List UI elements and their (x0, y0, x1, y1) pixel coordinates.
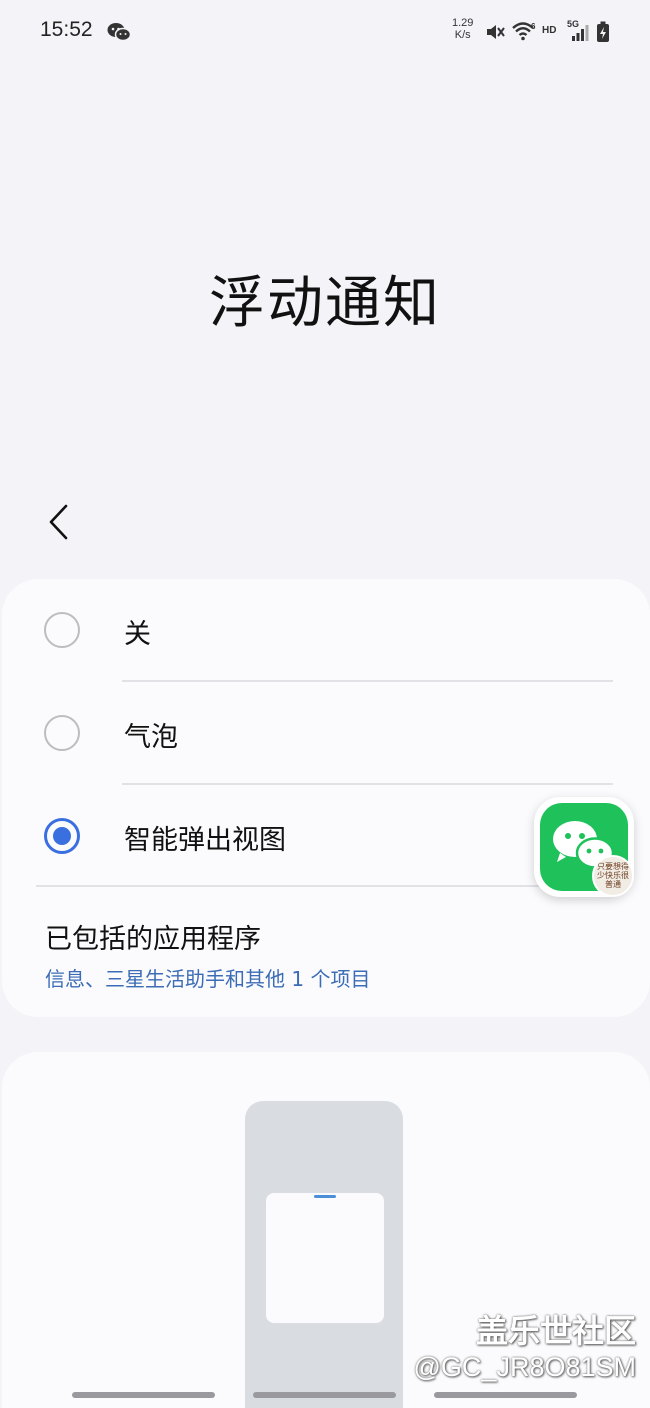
option-off[interactable]: 关 (2, 579, 650, 681)
option-label: 智能弹出视图 (124, 825, 286, 856)
nav-home-button[interactable] (253, 1392, 396, 1398)
net-speed: 1.29 K/s (452, 17, 473, 41)
radio-button[interactable] (44, 715, 80, 751)
mute-icon (484, 21, 506, 47)
included-apps-title: 已包括的应用程序 (45, 924, 261, 955)
watermark-user: @GC_JR8O81SM (413, 1352, 636, 1382)
back-button[interactable] (36, 496, 80, 548)
battery-charging-icon (596, 21, 610, 47)
phone-preview-illustration (245, 1101, 403, 1408)
status-bar: 15:52 1.29 K/s 6 HD 5G (0, 0, 650, 64)
navigation-bar (0, 1386, 650, 1408)
included-apps-row[interactable]: 已包括的应用程序 信息、三星生活助手和其他 1 个项目 (2, 887, 650, 1005)
nav-back-button[interactable] (434, 1392, 577, 1398)
option-label: 关 (124, 619, 151, 650)
included-apps-summary: 信息、三星生活助手和其他 1 个项目 (45, 967, 371, 991)
net-speed-value: 1.29 (452, 17, 474, 29)
chevron-left-icon (49, 504, 68, 540)
signal-icon (569, 24, 589, 46)
svg-text:6: 6 (531, 22, 536, 31)
status-time: 15:52 (40, 18, 93, 41)
wechat-icon (107, 22, 132, 42)
option-bubble[interactable]: 气泡 (2, 682, 650, 784)
net-speed-unit: K/s (454, 29, 471, 41)
option-label: 气泡 (124, 722, 178, 753)
radio-button[interactable] (44, 612, 80, 648)
wifi-icon: 6 (511, 20, 537, 46)
popup-window-illustration (266, 1193, 384, 1323)
hd-label: HD (542, 25, 557, 36)
radio-button-selected[interactable] (44, 818, 80, 854)
watermark-site: 盖乐世社区 (475, 1312, 636, 1350)
nav-recents-button[interactable] (72, 1392, 215, 1398)
avatar: 只要想得少快乐很普通 (592, 855, 634, 897)
popup-handle (314, 1195, 336, 1198)
page-title: 浮动通知 (209, 271, 441, 336)
